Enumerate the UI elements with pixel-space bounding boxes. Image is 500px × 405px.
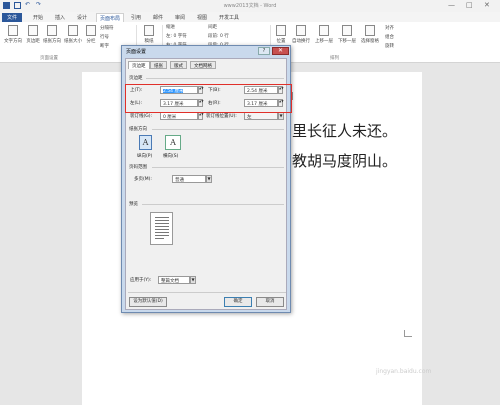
columns-icon: [86, 25, 96, 36]
set-default-button[interactable]: 设为默认值(D): [129, 297, 167, 307]
crop-mark: [404, 336, 412, 337]
close-button[interactable]: ✕: [484, 1, 490, 9]
tab-developer[interactable]: 开发工具: [216, 13, 242, 22]
ok-button[interactable]: 确定: [224, 297, 252, 307]
gutter-input[interactable]: 0 厘米: [160, 112, 198, 120]
wrap-text-button[interactable]: 自动换行: [290, 25, 312, 44]
send-backward-button[interactable]: 下移一层: [336, 25, 358, 44]
chevron-down-icon[interactable]: ▼: [206, 175, 212, 183]
text-direction-button[interactable]: 文字方向: [3, 25, 23, 44]
spacing-before-field[interactable]: 段前: 0 行: [208, 33, 229, 39]
section-divider: [128, 292, 286, 293]
orientation-icon: [47, 25, 57, 36]
orientation-section-label: 纸张方向: [129, 127, 147, 132]
minimize-button[interactable]: —: [448, 1, 455, 9]
section-divider: [146, 78, 284, 79]
dialog-close-button[interactable]: ✕: [272, 47, 289, 55]
portrait-option[interactable]: A: [139, 135, 152, 150]
line-numbers-button[interactable]: 行号: [100, 34, 109, 40]
tab-insert[interactable]: 插入: [52, 13, 68, 22]
landscape-option[interactable]: A: [165, 135, 181, 150]
size-icon: [68, 25, 78, 36]
page-preview: [150, 212, 173, 245]
tab-view[interactable]: 视图: [194, 13, 210, 22]
dialog-title: 页面设置: [126, 49, 147, 55]
selection-pane-button[interactable]: 选择窗格: [359, 25, 381, 44]
manuscript-icon: [144, 25, 154, 36]
multiple-pages-label: 多页(M):: [134, 177, 152, 182]
arrange-group-label: 排列: [330, 56, 339, 61]
tab-mailings[interactable]: 邮件: [150, 13, 166, 22]
hyphenation-button[interactable]: 断字: [100, 43, 109, 49]
section-divider: [142, 204, 284, 205]
margins-section-label: 页边距: [129, 76, 143, 81]
tab-layout[interactable]: 页面布局: [96, 13, 125, 22]
pages-section-label: 页码范围: [129, 165, 147, 170]
landscape-label: 横向(S): [163, 154, 179, 159]
align-button[interactable]: 对齐: [385, 25, 394, 31]
indent-left-field[interactable]: 左: 0 字符: [166, 33, 187, 39]
apply-to-label: 应用于(Y):: [130, 278, 152, 283]
gutter-spinner[interactable]: ▲▼: [198, 112, 204, 120]
tab-design[interactable]: 设计: [74, 13, 90, 22]
bring-forward-icon: [319, 25, 329, 36]
tab-doc-grid[interactable]: 文档网格: [190, 61, 216, 69]
chevron-down-icon[interactable]: ▼: [278, 112, 284, 120]
send-backward-icon: [342, 25, 352, 36]
doc-line-1[interactable]: 里长征人未还。: [292, 120, 397, 141]
multiple-pages-select[interactable]: 普通: [172, 175, 206, 183]
manuscript-settings-button[interactable]: 稿纸: [139, 25, 159, 44]
wrap-text-icon: [296, 25, 306, 36]
portrait-label: 纵向(P): [137, 154, 153, 159]
columns-button[interactable]: 分栏: [84, 25, 98, 44]
tab-review[interactable]: 审阅: [172, 13, 188, 22]
page-setup-group-label: 页面设置: [40, 56, 58, 61]
margins-icon: [28, 25, 38, 36]
maximize-button[interactable]: □: [466, 1, 473, 9]
gutter-position-select[interactable]: 左: [244, 112, 278, 120]
text-direction-icon: [8, 25, 18, 36]
selection-pane-icon: [365, 25, 375, 36]
position-button[interactable]: 位置: [273, 25, 289, 44]
margins-button[interactable]: 页边距: [24, 25, 42, 44]
watermark-text: jingyan.baidu.com: [376, 368, 432, 375]
tab-margins[interactable]: 页边距: [128, 61, 150, 69]
tab-paper[interactable]: 纸张: [150, 61, 167, 69]
window-title: www2013文档 - Word: [223, 3, 277, 9]
bring-forward-button[interactable]: 上移一层: [313, 25, 335, 44]
breaks-button[interactable]: 分隔符: [100, 25, 114, 31]
group-button[interactable]: 组合: [385, 34, 394, 40]
section-divider: [152, 129, 284, 130]
gutter-label: 装订线(G):: [130, 114, 153, 119]
size-button[interactable]: 纸张大小: [63, 25, 83, 44]
tab-layout[interactable]: 版式: [170, 61, 187, 69]
position-icon: [276, 25, 286, 36]
indent-label: 缩进: [166, 25, 175, 30]
tab-home[interactable]: 开始: [30, 13, 46, 22]
spacing-label: 间距: [208, 25, 217, 30]
orientation-button[interactable]: 纸张方向: [42, 25, 62, 44]
title-bar: ↶ ↷ www2013文档 - Word — □ ✕: [0, 0, 500, 12]
ribbon-tabs: 文件 开始 插入 设计 页面布局 引用 邮件 审阅 视图 开发工具: [0, 12, 500, 22]
rotate-button[interactable]: 旋转: [385, 43, 394, 49]
highlight-annotation: [125, 84, 292, 113]
doc-line-2[interactable]: 教胡马度阴山。: [292, 150, 397, 171]
cancel-button[interactable]: 取消: [256, 297, 284, 307]
gutter-position-label: 装订线位置(U):: [206, 114, 237, 119]
section-divider: [152, 167, 284, 168]
tab-file[interactable]: 文件: [2, 13, 22, 22]
tab-references[interactable]: 引用: [128, 13, 144, 22]
preview-section-label: 预览: [129, 202, 138, 207]
chevron-down-icon[interactable]: ▼: [190, 276, 196, 284]
help-button[interactable]: ?: [258, 47, 270, 55]
crop-mark: [292, 92, 293, 99]
apply-to-select[interactable]: 整篇文档: [158, 276, 190, 284]
